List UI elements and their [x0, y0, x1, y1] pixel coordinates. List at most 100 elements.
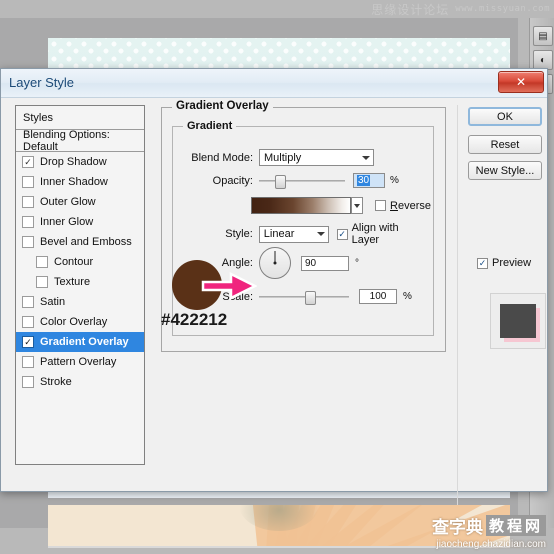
opacity-value: 30: [357, 175, 371, 186]
style-item-texture[interactable]: Texture: [16, 272, 144, 292]
style-item-label: Drop Shadow: [40, 156, 107, 168]
pink-arrow-icon: [201, 271, 257, 301]
opacity-unit: %: [390, 175, 399, 186]
align-with-layer-label: Align with Layer: [351, 222, 399, 246]
watermark-bottom-logo: 查字典 教程网: [432, 513, 546, 538]
style-item-checkbox[interactable]: [22, 316, 34, 328]
watermark-bottom-url: jiaocheng.chazidian.com: [436, 539, 546, 550]
angle-value: 90: [305, 257, 317, 269]
scale-unit: %: [403, 291, 412, 302]
style-item-inner-shadow[interactable]: Inner Shadow: [16, 172, 144, 192]
reverse-label: Reverse: [390, 199, 431, 212]
dialog-titlebar[interactable]: Layer Style ✕: [1, 69, 547, 98]
gradient-preview-bar[interactable]: [251, 197, 351, 214]
style-item-color-overlay[interactable]: Color Overlay: [16, 312, 144, 332]
gradient-style-value: Linear: [263, 228, 295, 240]
opacity-row: Opacity: 30 %: [181, 173, 429, 189]
style-item-checkbox[interactable]: ✓: [22, 156, 34, 168]
style-item-label: Color Overlay: [40, 316, 108, 328]
style-item-drop-shadow[interactable]: ✓ Drop Shadow: [16, 152, 144, 172]
blend-mode-value: Multiply: [264, 151, 302, 164]
scale-input[interactable]: 100: [359, 289, 397, 304]
preview-label: Preview: [492, 257, 532, 269]
style-item-checkbox[interactable]: [22, 176, 34, 188]
style-item-bevel-and-emboss[interactable]: Bevel and Emboss: [16, 232, 144, 252]
dialog-body: Styles Blending Options: Default ✓ Drop S…: [1, 97, 547, 505]
dialog-title: Layer Style: [9, 75, 75, 90]
watermark-bottom: 查字典 教程网 jiaocheng.chazidian.com: [432, 513, 546, 550]
style-item-checkbox[interactable]: [36, 276, 48, 288]
opacity-slider[interactable]: [259, 174, 345, 189]
style-item-gradient-overlay[interactable]: ✓ Gradient Overlay: [16, 332, 144, 352]
align-with-layer-box[interactable]: ✓: [336, 228, 348, 240]
screenshot-root: ▤ ◐ ◈ 思缘设计论坛 www.missyuan.com 查字典 教程网 ji…: [0, 0, 554, 554]
style-item-label: Inner Glow: [40, 216, 94, 228]
scale-slider[interactable]: [259, 290, 349, 305]
hex-code-annotation: #422212: [161, 310, 228, 329]
scale-value: 100: [369, 291, 387, 302]
blend-mode-label: Blend Mode:: [191, 151, 253, 164]
style-label: Style:: [225, 228, 253, 240]
close-icon[interactable]: ✕: [498, 71, 544, 93]
style-item-stroke[interactable]: Stroke: [16, 372, 144, 392]
style-item-label: Satin: [40, 296, 66, 308]
preview-checkbox-box[interactable]: ✓: [477, 257, 488, 269]
panel-icon-adjust[interactable]: ◐: [533, 50, 553, 70]
gradient-picker-dropdown[interactable]: [350, 197, 364, 214]
angle-dial-center: [273, 261, 277, 265]
style-item-checkbox[interactable]: [22, 356, 34, 368]
style-item-checkbox[interactable]: [22, 296, 34, 308]
angle-unit: °: [355, 257, 359, 269]
styles-list-panel[interactable]: Styles Blending Options: Default ✓ Drop S…: [15, 105, 145, 465]
style-item-label: Outer Glow: [40, 196, 96, 208]
new-style-button[interactable]: New Style...: [468, 161, 542, 180]
style-item-checkbox[interactable]: [22, 216, 34, 228]
style-item-label: Inner Shadow: [40, 176, 108, 188]
gradient-subgroup-title: Gradient: [183, 120, 237, 132]
scale-slider-track: [259, 295, 349, 298]
styles-rows: ✓ Drop Shadow Inner Shadow Outer Glow Inner …: [16, 152, 144, 392]
layer-style-dialog: Layer Style ✕ Styles Blending Options: D…: [0, 68, 548, 505]
style-item-inner-glow[interactable]: Inner Glow: [16, 212, 144, 232]
watermark-bottom-cn1: 查字典: [431, 518, 483, 537]
style-item-label: Stroke: [40, 376, 72, 388]
panel-icon-image[interactable]: ▤: [533, 26, 553, 46]
style-item-checkbox[interactable]: [36, 256, 48, 268]
angle-dial[interactable]: [259, 247, 291, 279]
style-row: Style: Linear ✓ Align with Layer: [181, 222, 429, 246]
style-item-checkbox[interactable]: ✓: [22, 336, 34, 348]
opacity-input[interactable]: 30: [353, 173, 385, 188]
blending-options-item[interactable]: Blending Options: Default: [16, 129, 144, 153]
opacity-slider-knob[interactable]: [275, 174, 286, 189]
panel-divider: [457, 105, 458, 505]
chevron-down-icon: [316, 232, 325, 236]
style-item-label: Pattern Overlay: [40, 356, 117, 368]
gradient-row: Reverse: [251, 197, 431, 214]
scale-slider-knob[interactable]: [305, 290, 316, 305]
preview-thumbnail: [490, 293, 546, 349]
style-item-label: Contour: [54, 256, 94, 268]
style-item-checkbox[interactable]: [22, 196, 34, 208]
align-with-layer-checkbox[interactable]: ✓ Align with Layer: [336, 222, 429, 246]
gradient-style-select[interactable]: Linear: [258, 225, 329, 243]
opacity-slider-track: [259, 179, 345, 182]
style-item-satin[interactable]: Satin: [16, 292, 144, 312]
watermark-bottom-cn2: 教程网: [485, 515, 546, 536]
blend-mode-select[interactable]: Multiply: [259, 149, 374, 166]
chevron-down-icon: [362, 155, 370, 160]
watermark-top-url: www.missyuan.com: [455, 4, 550, 14]
preview-checkbox[interactable]: ✓ Preview: [477, 257, 531, 269]
style-item-pattern-overlay[interactable]: Pattern Overlay: [16, 352, 144, 372]
style-item-contour[interactable]: Contour: [16, 252, 144, 272]
style-item-label: Texture: [54, 276, 91, 288]
watermark-top: 思缘设计论坛 www.missyuan.com: [371, 1, 550, 17]
ok-button[interactable]: OK: [468, 107, 542, 126]
style-item-outer-glow[interactable]: Outer Glow: [16, 192, 144, 212]
style-item-checkbox[interactable]: [22, 236, 34, 248]
reverse-checkbox-box[interactable]: [375, 200, 387, 211]
styles-header: Styles: [16, 106, 144, 130]
angle-input[interactable]: 90: [301, 255, 349, 271]
style-item-checkbox[interactable]: [22, 376, 34, 388]
reset-button[interactable]: Reset: [468, 135, 542, 154]
reverse-checkbox[interactable]: Reverse: [375, 200, 431, 212]
